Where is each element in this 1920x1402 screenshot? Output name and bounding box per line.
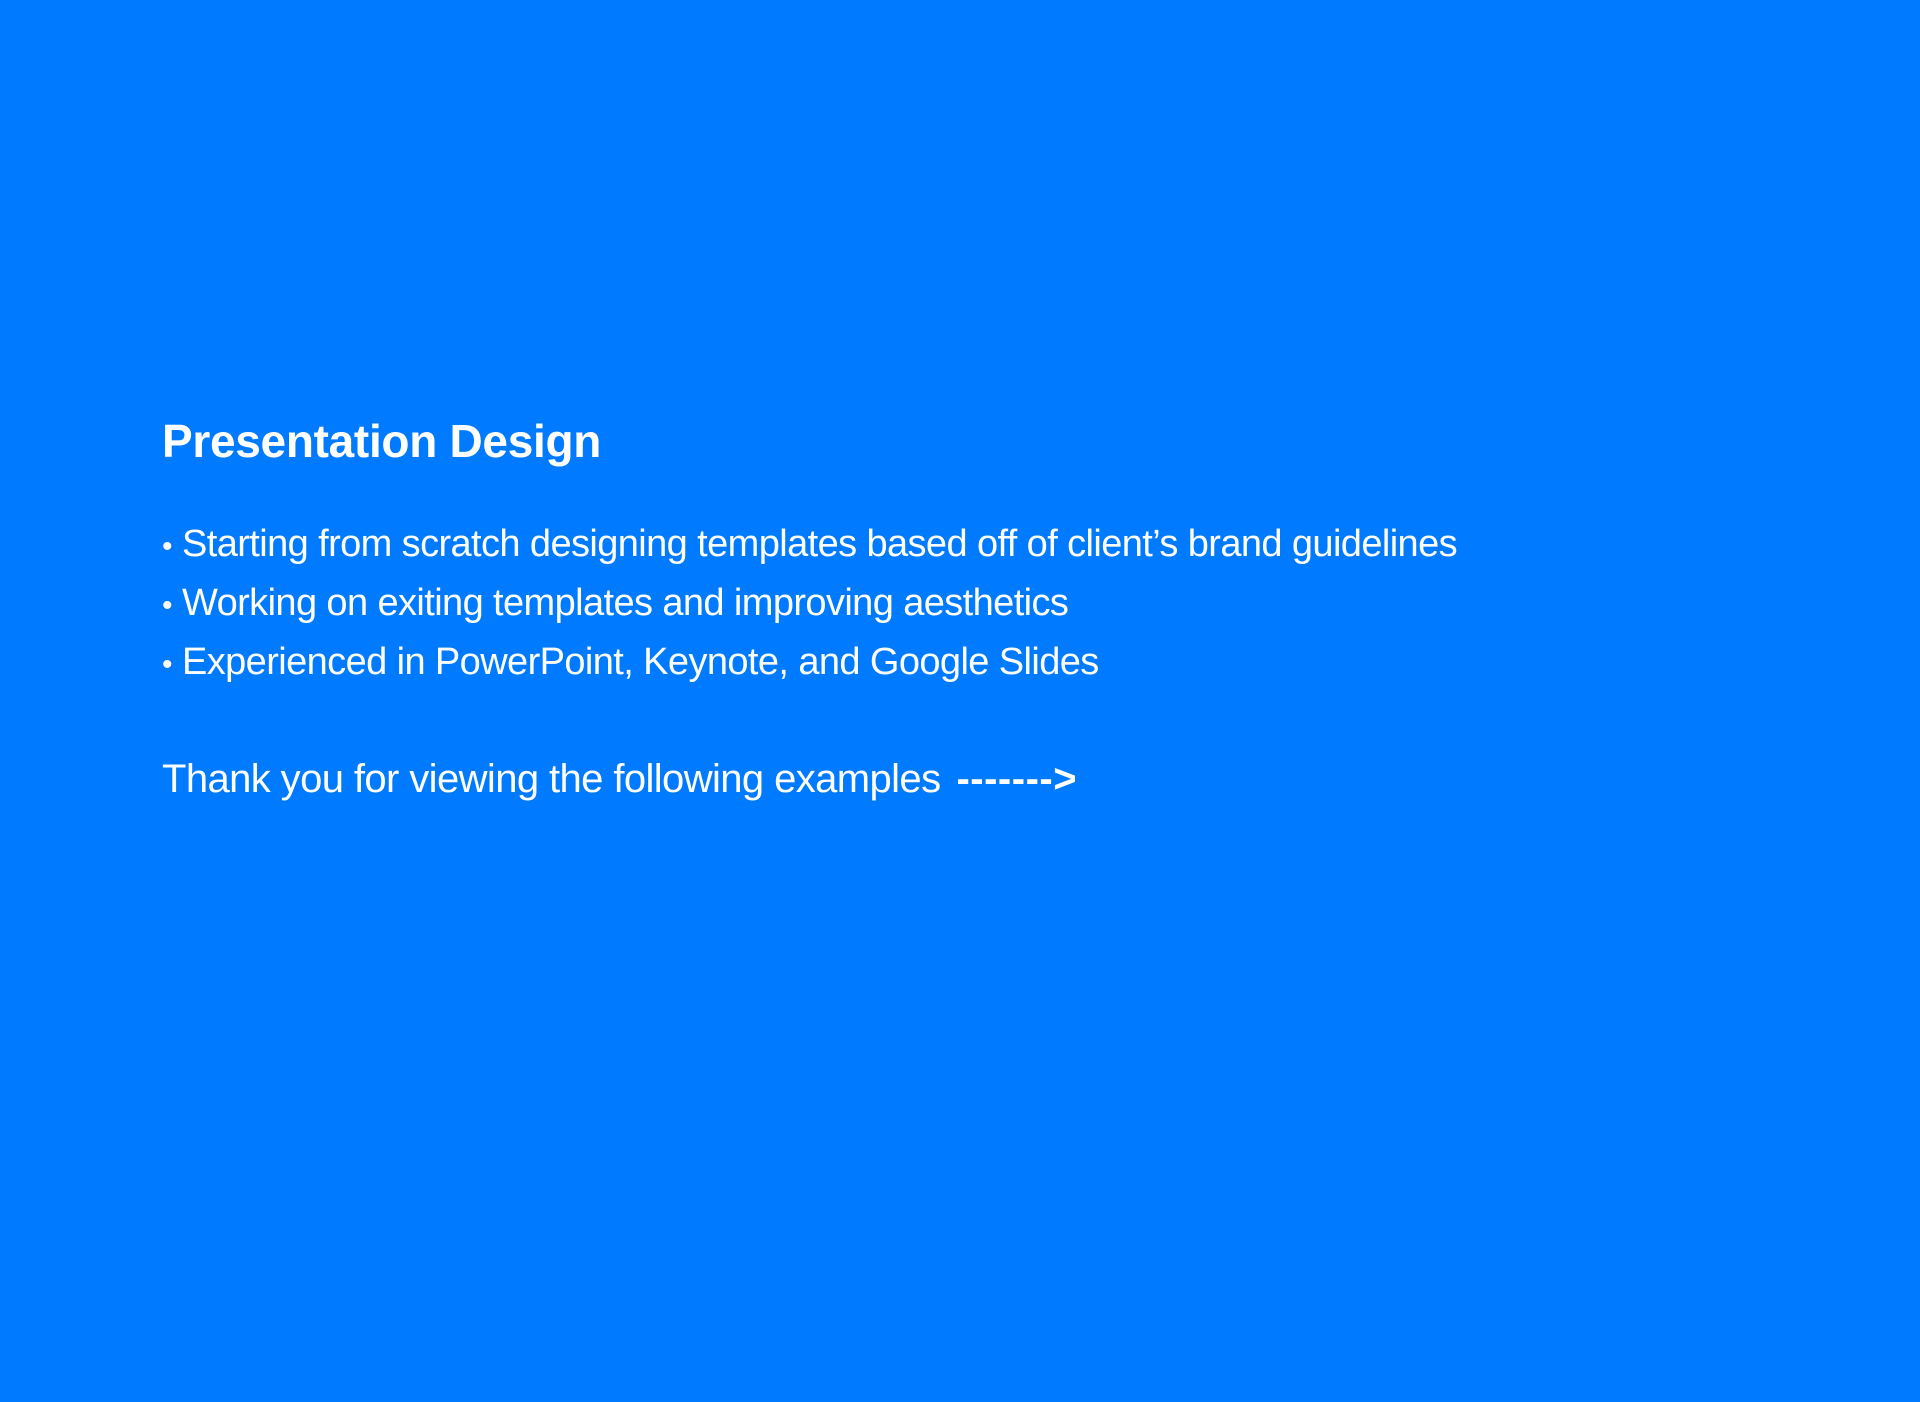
bullet-text: Starting from scratch designing template… — [182, 523, 1458, 565]
slide-page: Presentation Design • Starting from scrat… — [0, 0, 1920, 1402]
thanks-text: Thank you for viewing the following exam… — [162, 757, 941, 801]
bullet-icon: • — [162, 530, 173, 563]
bullet-icon: • — [162, 589, 173, 622]
bullet-item-templates: • Starting from scratch designing templat… — [162, 516, 1762, 575]
bullet-item-software: • Experienced in PowerPoint, Keynote, and… — [162, 634, 1762, 693]
slide-title: Presentation Design — [162, 415, 602, 467]
slide-content: Presentation Design • Starting from scrat… — [162, 410, 1762, 808]
bullet-item-aesthetics: • Working on exiting templates and improv… — [162, 575, 1762, 634]
thanks-line: Thank you for viewing the following exam… — [162, 751, 1762, 808]
bullet-list: • Starting from scratch designing templat… — [162, 516, 1762, 693]
arrow-right-icon: -------> — [956, 757, 1078, 801]
bullet-text: Experienced in PowerPoint, Keynote, and … — [182, 641, 1099, 683]
bullet-icon: • — [162, 648, 173, 681]
bullet-text: Working on exiting templates and improvi… — [182, 582, 1069, 624]
